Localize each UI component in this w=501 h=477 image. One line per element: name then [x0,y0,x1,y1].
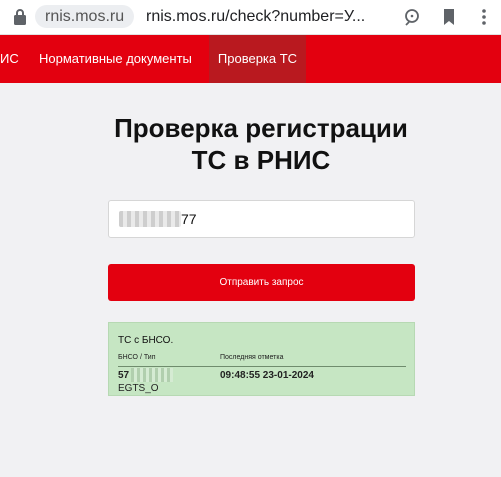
nav-item-vehicle-check[interactable]: Проверка ТС [209,35,306,83]
redacted-bnso-mask [131,368,173,382]
browser-toolbar: rnis.mos.ru rnis.mos.ru/check?number=У..… [0,0,501,35]
page-title: Проверка регистрации ТС в РНИС [0,112,501,176]
page-title-line-1: Проверка регистрации [114,113,408,143]
vehicle-number-value: 77 [181,211,197,227]
result-status-title: ТС с БНСО. [118,335,174,346]
lock-icon[interactable] [13,8,27,26]
redacted-number-mask [119,211,181,227]
nav-item-regulations[interactable]: Нормативные документы [39,35,192,83]
bookmark-icon[interactable] [438,6,460,28]
main-nav: ИС Нормативные документы Проверка ТС [0,35,501,83]
page-title-line-2: ТС в РНИС [191,145,331,175]
result-divider [118,366,406,367]
bnso-type-cell: EGTS_O [118,383,159,394]
column-header-last-mark: Последняя отметка [220,354,284,361]
last-mark-cell: 09:48:55 23-01-2024 [220,370,314,381]
submit-request-button[interactable]: Отправить запрос [108,264,415,301]
address-bar[interactable]: rnis.mos.ru/check?number=У... [146,5,365,28]
search-icon[interactable] [401,6,423,28]
nav-item-is[interactable]: ИС [0,35,19,83]
bnso-id-cell: 57 [118,370,130,381]
vehicle-number-input[interactable]: 77 [108,200,415,238]
result-panel: ТС с БНСО. БНСО / Тип Последняя отметка … [108,322,415,396]
more-menu-icon[interactable] [473,6,495,28]
url-domain-chip[interactable]: rnis.mos.ru [35,5,135,28]
column-header-bnso-type: БНСО / Тип [118,354,156,361]
